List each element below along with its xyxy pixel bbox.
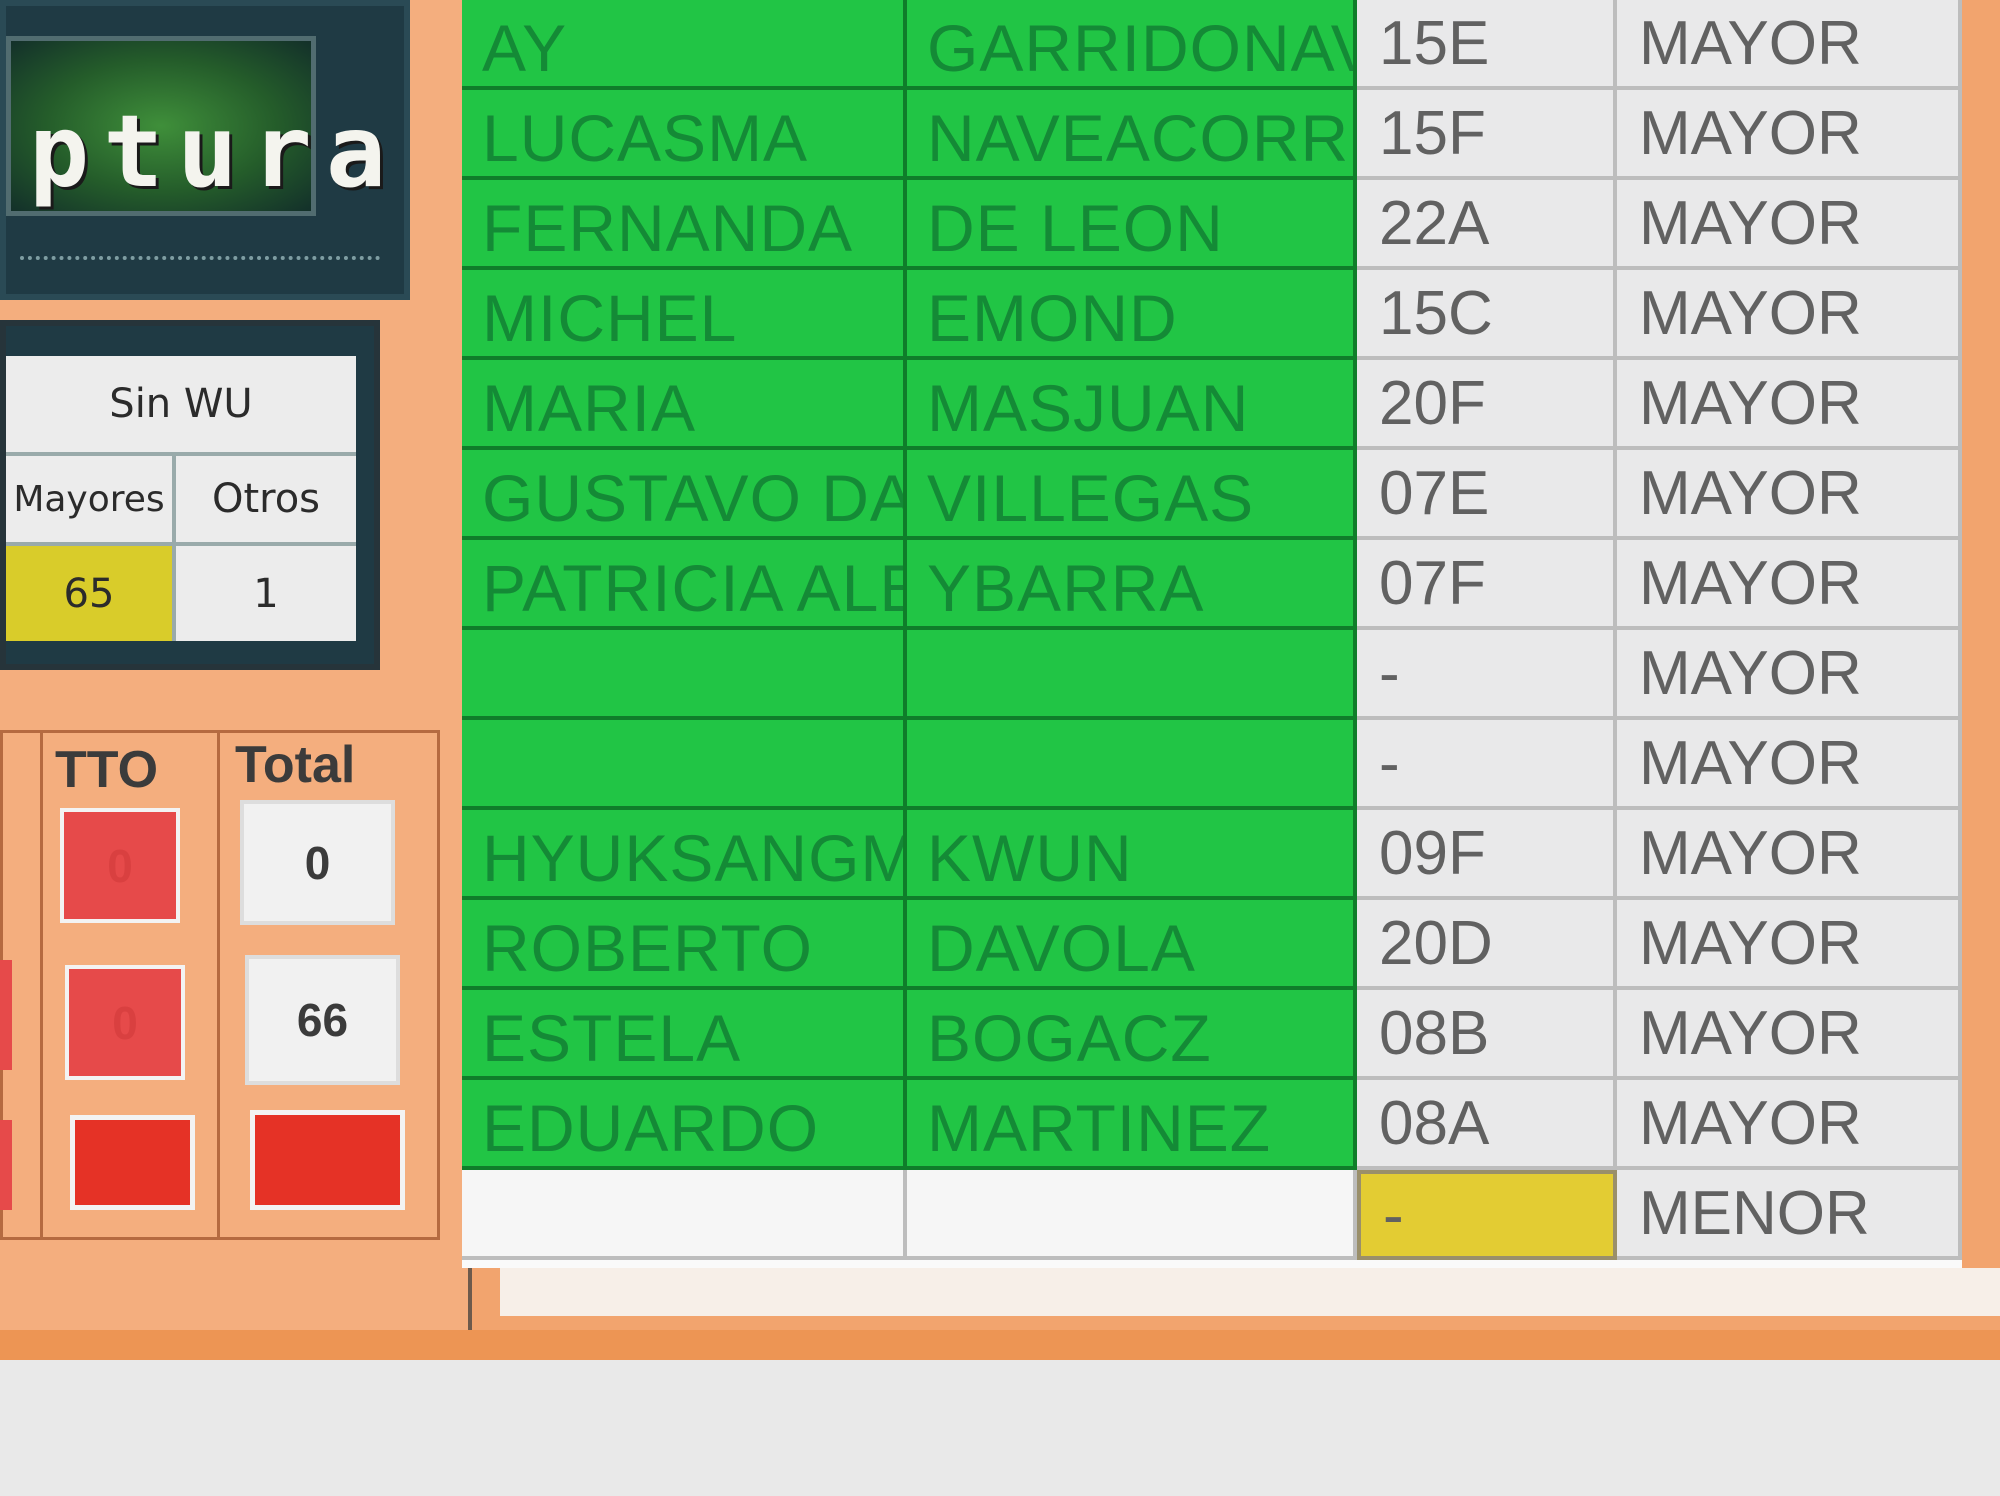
counts-panel: Sin WU Mayores Otros 65 1 [0, 320, 380, 670]
category-cell[interactable]: MAYOR [1617, 1080, 1962, 1170]
first-name-cell[interactable]: FERNANDA [462, 180, 907, 270]
seat-cell[interactable]: 20D [1357, 900, 1617, 990]
seat-cell[interactable]: 08A [1357, 1080, 1617, 1170]
first-name-cell[interactable] [462, 630, 907, 720]
last-name-cell[interactable] [907, 720, 1357, 810]
first-name-cell[interactable]: ROBERTO [462, 900, 907, 990]
last-name-cell[interactable]: YBARRA [907, 540, 1357, 630]
table-row[interactable]: PATRICIA ALE YBARRA 07F MAYOR [462, 540, 1962, 630]
table-row[interactable]: HYUKSANGMI KWUN 09F MAYOR [462, 810, 1962, 900]
seat-cell[interactable]: 15F [1357, 90, 1617, 180]
passenger-grid: AY GARRIDONAV 15E MAYOR LUCASMA NAVEACOR… [462, 0, 1962, 1268]
otros-count: 1 [176, 546, 356, 641]
table-row[interactable]: - MAYOR [462, 720, 1962, 810]
first-name-cell[interactable]: GUSTAVO DA [462, 450, 907, 540]
category-cell[interactable]: MAYOR [1617, 360, 1962, 450]
first-name-cell[interactable]: LUCASMA [462, 90, 907, 180]
last-name-cell[interactable]: BOGACZ [907, 990, 1357, 1080]
category-cell[interactable]: MAYOR [1617, 720, 1962, 810]
total-value-cell[interactable] [250, 1110, 405, 1210]
total-header: Total [235, 736, 356, 794]
first-name-cell[interactable]: HYUKSANGMI [462, 810, 907, 900]
first-name-cell[interactable] [462, 720, 907, 810]
category-cell[interactable]: MAYOR [1617, 900, 1962, 990]
table-row[interactable]: ESTELA BOGACZ 08B MAYOR [462, 990, 1962, 1080]
table-row[interactable]: AY GARRIDONAV 15E MAYOR [462, 0, 1962, 90]
table-row[interactable]: GUSTAVO DA VILLEGAS 07E MAYOR [462, 450, 1962, 540]
mayores-count: 65 [6, 546, 176, 641]
seat-cell[interactable]: - [1357, 630, 1617, 720]
category-cell[interactable]: MAYOR [1617, 0, 1962, 90]
app-logo: ptura [6, 36, 386, 216]
first-name-cell[interactable] [462, 1170, 907, 1260]
table-row[interactable]: FERNANDA DE LEON 22A MAYOR [462, 180, 1962, 270]
grid-bottom-margin [500, 1268, 2000, 1316]
window-bottom-border [0, 1330, 2000, 1364]
last-name-cell[interactable]: KWUN [907, 810, 1357, 900]
last-name-cell[interactable]: EMOND [907, 270, 1357, 360]
tto-value-cell[interactable]: 0 [65, 965, 185, 1080]
table-row[interactable]: - MAYOR [462, 630, 1962, 720]
category-cell[interactable]: MAYOR [1617, 270, 1962, 360]
seat-cell[interactable]: 20F [1357, 360, 1617, 450]
first-name-cell[interactable]: EDUARDO [462, 1080, 907, 1170]
logo-text: ptura [29, 93, 401, 210]
app-logo-frame: ptura [0, 0, 410, 300]
first-name-cell[interactable]: MARIA [462, 360, 907, 450]
seat-cell[interactable]: 22A [1357, 180, 1617, 270]
last-name-cell[interactable] [907, 1170, 1357, 1260]
last-name-cell[interactable]: VILLEGAS [907, 450, 1357, 540]
counts-header: Sin WU [6, 356, 356, 456]
last-name-cell[interactable]: MASJUAN [907, 360, 1357, 450]
category-cell[interactable]: MAYOR [1617, 630, 1962, 720]
seat-cell[interactable]: 07F [1357, 540, 1617, 630]
seat-cell[interactable]: 07E [1357, 450, 1617, 540]
partial-cell [0, 1120, 12, 1210]
tto-value-cell[interactable] [70, 1115, 195, 1210]
first-name-cell[interactable]: PATRICIA ALE [462, 540, 907, 630]
last-name-cell[interactable]: MARTINEZ [907, 1080, 1357, 1170]
table-row[interactable]: MICHEL EMOND 15C MAYOR [462, 270, 1962, 360]
status-area [0, 1360, 2000, 1496]
seat-cell[interactable]: - [1357, 720, 1617, 810]
first-name-cell[interactable]: MICHEL [462, 270, 907, 360]
logo-divider [20, 256, 380, 264]
seat-cell[interactable]: 15C [1357, 270, 1617, 360]
total-value-cell[interactable]: 0 [240, 800, 395, 925]
last-name-cell[interactable] [907, 630, 1357, 720]
category-cell[interactable]: MENOR [1617, 1170, 1962, 1260]
table-row[interactable]: EDUARDO MARTINEZ 08A MAYOR [462, 1080, 1962, 1170]
seat-cell[interactable]: 15E [1357, 0, 1617, 90]
last-name-cell[interactable]: GARRIDONAV [907, 0, 1357, 90]
first-name-cell[interactable]: ESTELA [462, 990, 907, 1080]
tto-header: TTO [55, 741, 159, 799]
last-name-cell[interactable]: NAVEACORRE [907, 90, 1357, 180]
table-row[interactable]: LUCASMA NAVEACORRE 15F MAYOR [462, 90, 1962, 180]
seat-cell[interactable]: 09F [1357, 810, 1617, 900]
seat-cell[interactable]: 08B [1357, 990, 1617, 1080]
category-cell[interactable]: MAYOR [1617, 540, 1962, 630]
total-value-cell[interactable]: 66 [245, 955, 400, 1085]
category-cell[interactable]: MAYOR [1617, 990, 1962, 1080]
category-cell[interactable]: MAYOR [1617, 810, 1962, 900]
first-name-cell[interactable]: AY [462, 0, 907, 90]
otros-label: Otros [176, 456, 356, 546]
partial-cell [0, 960, 12, 1070]
table-row[interactable]: ROBERTO DAVOLA 20D MAYOR [462, 900, 1962, 990]
category-cell[interactable]: MAYOR [1617, 180, 1962, 270]
last-name-cell[interactable]: DE LEON [907, 180, 1357, 270]
mayores-label: Mayores [6, 456, 176, 546]
table-row[interactable]: - MENOR [462, 1170, 1962, 1260]
seat-cell[interactable]: - [1357, 1170, 1617, 1260]
table-row[interactable]: MARIA MASJUAN 20F MAYOR [462, 360, 1962, 450]
category-cell[interactable]: MAYOR [1617, 90, 1962, 180]
category-cell[interactable]: MAYOR [1617, 450, 1962, 540]
tto-value-cell[interactable]: 0 [60, 808, 180, 923]
last-name-cell[interactable]: DAVOLA [907, 900, 1357, 990]
